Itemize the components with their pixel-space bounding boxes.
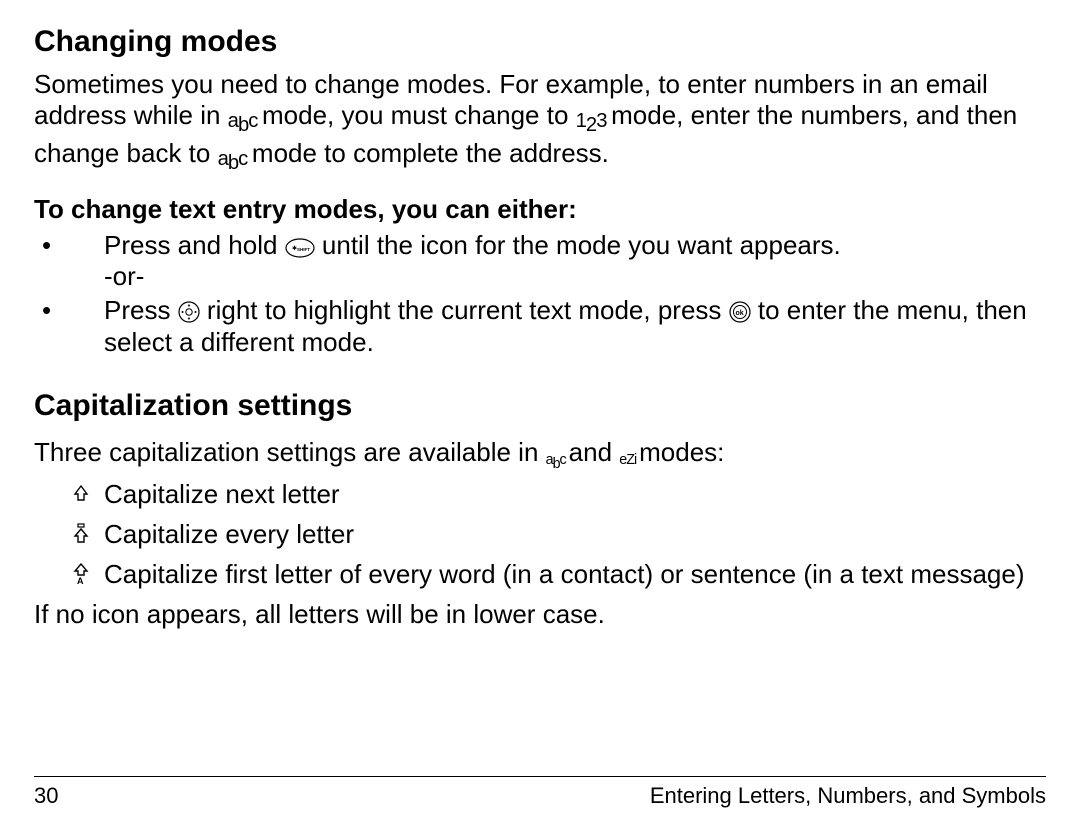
text: and <box>569 437 620 467</box>
nav-key-icon <box>178 301 200 323</box>
chapter-title: Entering Letters, Numbers, and Symbols <box>650 783 1046 810</box>
footer-rule <box>34 776 1046 777</box>
text: Press <box>104 295 178 325</box>
text: mode to complete the address. <box>252 138 609 168</box>
page-number: 30 <box>34 783 58 810</box>
text: Capitalize first letter of every word (i… <box>104 559 1025 589</box>
text: Press and hold <box>104 230 285 260</box>
text: Capitalize next letter <box>104 479 340 509</box>
mode-abc-icon: abc <box>228 110 262 132</box>
change-modes-list: Press and hold ✱ SHIFT until the icon fo… <box>34 230 1046 359</box>
mode-abc-small-icon: abc <box>546 452 569 468</box>
mode-ezi-icon: eZi <box>619 452 639 468</box>
mode-abc-icon: abc <box>218 148 252 170</box>
capitalization-paragraph: Three capitalization settings are availa… <box>34 437 1046 473</box>
svg-text:A: A <box>77 576 84 585</box>
sentence-case-icon: A <box>70 563 92 585</box>
heading-capitalization: Capitalization settings <box>34 388 1046 425</box>
text: until the icon for the mode you want app… <box>322 230 841 260</box>
list-item: Press right to highlight the current tex… <box>34 295 1046 358</box>
caps-lock-icon <box>70 523 92 545</box>
mode-123-icon: 123 <box>576 110 611 132</box>
svg-text:ok: ok <box>735 310 743 317</box>
changing-modes-paragraph: Sometimes you need to change modes. For … <box>34 69 1046 176</box>
text: Capitalize every letter <box>104 519 354 549</box>
text: right to highlight the current text mode… <box>207 295 729 325</box>
closing-paragraph: If no icon appears, all letters will be … <box>34 599 1046 631</box>
list-item: A Capitalize first letter of every word … <box>34 559 1046 591</box>
text: Three capitalization settings are availa… <box>34 437 546 467</box>
text: modes: <box>639 437 724 467</box>
subheading-change-modes: To change text entry modes, you can eith… <box>34 194 1046 226</box>
text: mode, you must change to <box>262 100 576 130</box>
page-footer: 30 Entering Letters, Numbers, and Symbol… <box>34 776 1046 810</box>
list-item: Capitalize next letter <box>34 479 1046 511</box>
svg-text:SHIFT: SHIFT <box>297 247 310 252</box>
shift-key-icon: ✱ SHIFT <box>285 238 315 258</box>
text-or: -or- <box>104 261 144 291</box>
ok-key-icon: ok <box>729 301 751 323</box>
list-item: Capitalize every letter <box>34 519 1046 551</box>
shift-arrow-icon <box>70 483 92 505</box>
heading-changing-modes: Changing modes <box>34 24 1046 61</box>
manual-page: Changing modes Sometimes you need to cha… <box>0 0 1080 834</box>
capitalization-list: Capitalize next letter Capitalize every … <box>34 479 1046 590</box>
list-item: Press and hold ✱ SHIFT until the icon fo… <box>34 230 1046 293</box>
